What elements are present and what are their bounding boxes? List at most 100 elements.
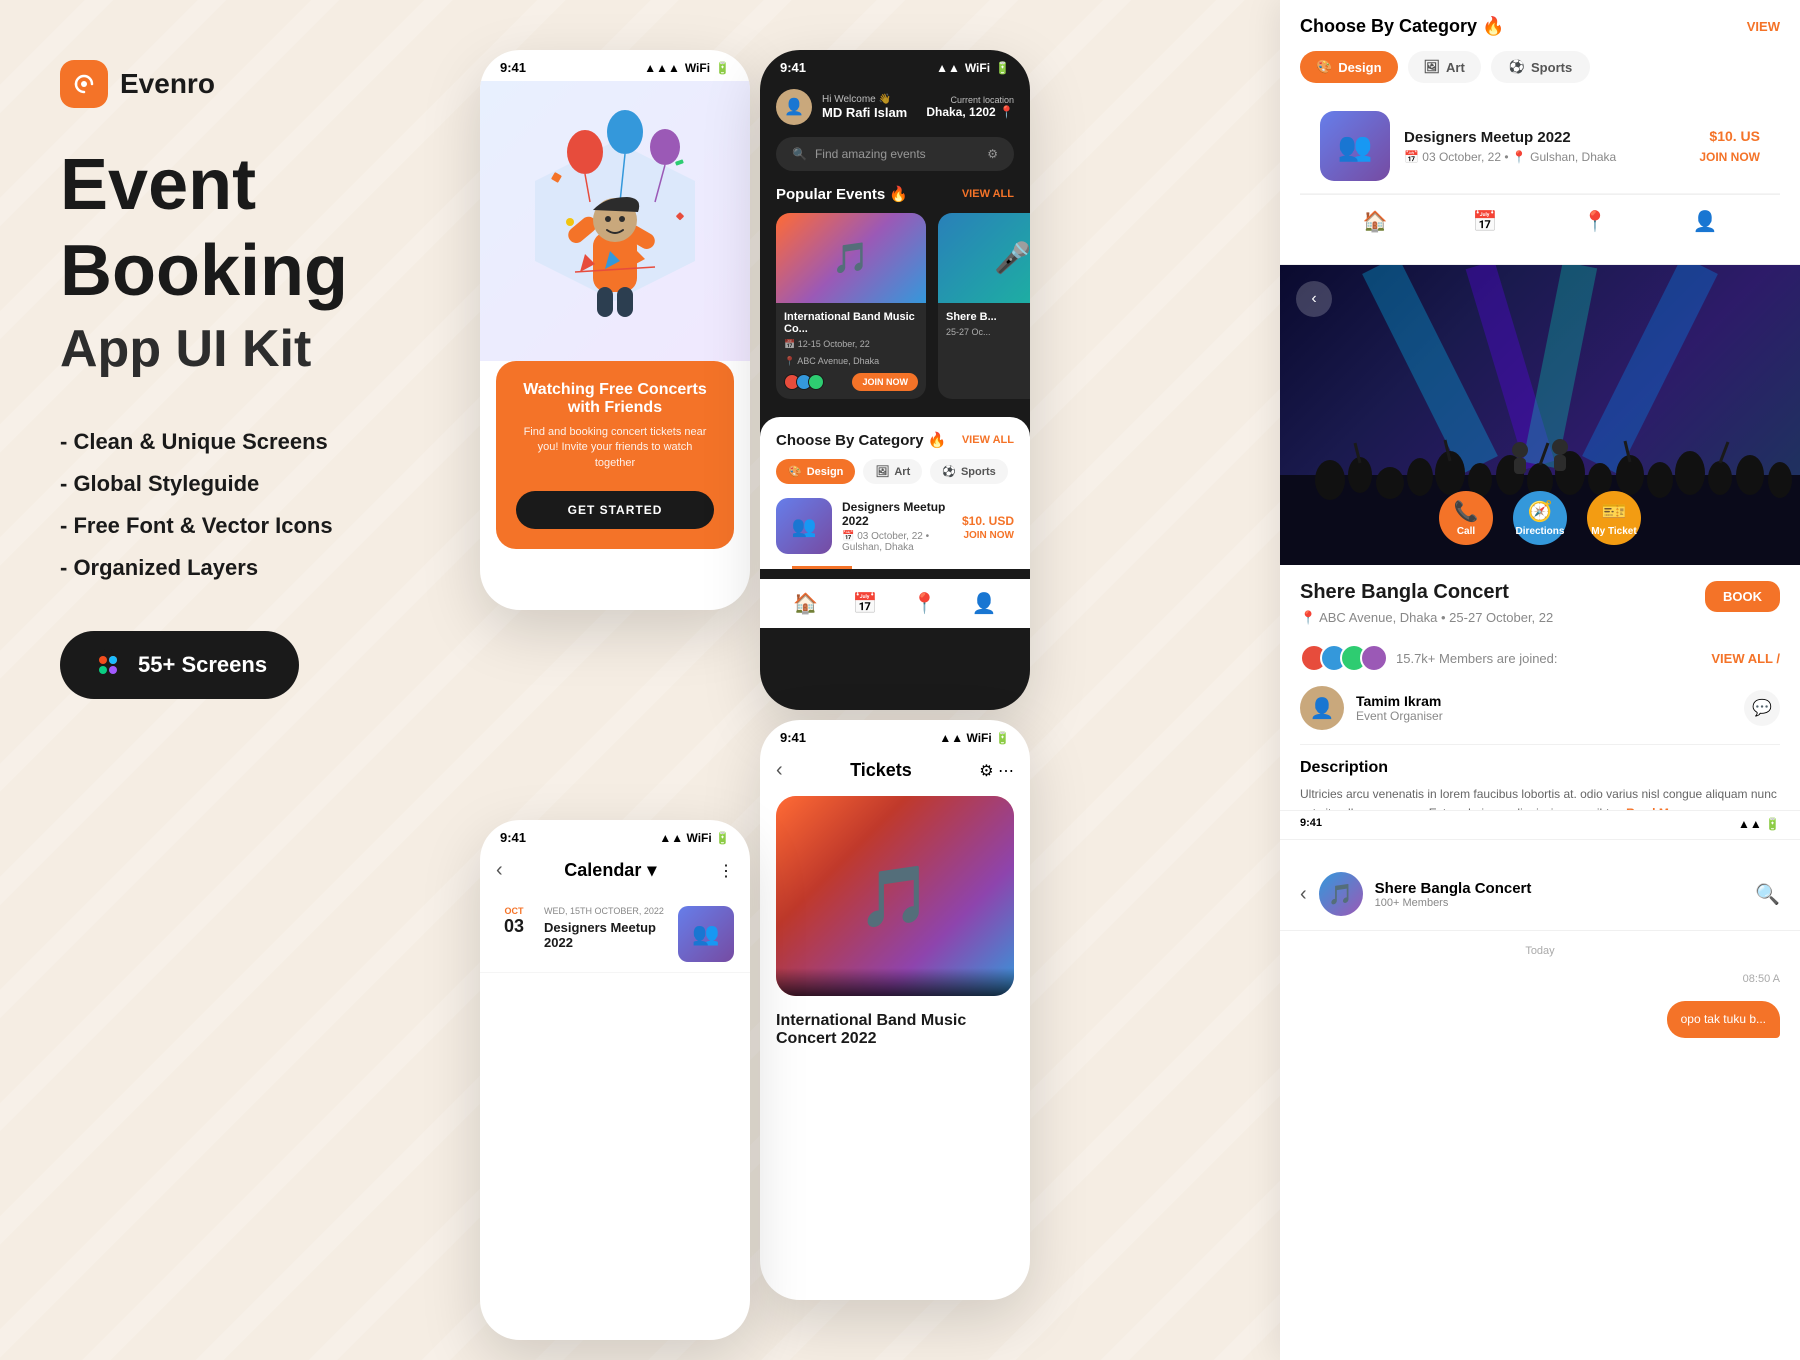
view-all-link[interactable]: VIEW ALL — [962, 188, 1014, 200]
member-3 — [808, 374, 824, 390]
screens-count: 55+ Screens — [138, 652, 267, 678]
phone-tickets: 9:41 ▲▲ WiFi 🔋 ‹ Tickets ⚙ ⋯ 🎵 Internati… — [760, 720, 1030, 1300]
feature-4: - Organized Layers — [60, 555, 440, 581]
filter-icon[interactable]: ⚙ — [987, 147, 998, 161]
chip-art[interactable]: 🖼 Art — [1408, 51, 1481, 83]
concert-info: Shere Bangla Concert 📍 ABC Avenue, Dhaka… — [1280, 565, 1800, 839]
nav-location[interactable]: 📍 — [912, 591, 937, 616]
members-row: 15.7k+ Members are joined: VIEW ALL / — [1300, 644, 1780, 672]
event-list-price-1: $10. USD JOIN NOW — [962, 512, 1014, 541]
description-title: Description — [1300, 759, 1780, 777]
screens-badge[interactable]: 55+ Screens — [60, 631, 299, 699]
directions-button[interactable]: 🧭 Directions — [1513, 491, 1567, 545]
back-arrow-cal[interactable]: ‹ — [496, 859, 503, 882]
organizer-message-icon[interactable]: 💬 — [1744, 690, 1780, 726]
app-name: Evenro — [120, 68, 215, 100]
chip-sports[interactable]: ⚽ Sports — [1491, 51, 1590, 83]
cat-art[interactable]: 🖼 Art — [863, 459, 922, 484]
organizer-row: 👤 Tamim Ikram Event Organiser 💬 — [1300, 686, 1780, 745]
right-view-link[interactable]: VIEW — [1747, 19, 1780, 34]
status-bar-4: 9:41 ▲▲ WiFi 🔋 — [480, 820, 750, 851]
cal-icon-sm: 📅 — [842, 531, 854, 542]
status-bar-3: 9:41 ▲▲ WiFi 🔋 — [760, 720, 1030, 751]
calendar-options[interactable]: ⋮ — [718, 861, 734, 881]
nav-calendar[interactable]: 📅 — [853, 591, 878, 616]
chat-search-icon[interactable]: 🔍 — [1755, 882, 1780, 907]
right-category-chips: 🎨 Design 🖼 Art ⚽ Sports — [1300, 51, 1780, 83]
my-ticket-button[interactable]: 🎫 My Ticket — [1587, 491, 1641, 545]
cat-view-all[interactable]: VIEW ALL — [962, 434, 1014, 446]
ticket-icon: 🎫 — [1602, 499, 1627, 524]
events-scroll: 🎵 International Band Music Co... 📅 12-15… — [760, 213, 1030, 413]
hero-title-line1: Event — [60, 148, 440, 224]
right-nav-home[interactable]: 🏠 — [1363, 209, 1388, 234]
location-value: Dhaka, 1202 📍 — [926, 105, 1014, 119]
design-icon: 🎨 — [788, 465, 802, 478]
feature-3: - Free Font & Vector Icons — [60, 513, 440, 539]
concert-hero-image: ‹ 📞 Call 🧭 Directions 🎫 My Ticket — [1280, 265, 1800, 565]
bottom-divider — [792, 566, 852, 569]
tickets-title: Tickets — [850, 760, 912, 781]
popular-events-header: Popular Events 🔥 VIEW ALL — [760, 185, 1030, 213]
calendar-event-item[interactable]: OCT 03 WED, 15TH OCTOBER, 2022 Designers… — [480, 896, 750, 973]
ticket-overlay — [776, 968, 1014, 996]
left-panel: Evenro Event Booking App UI Kit - Clean … — [60, 60, 440, 699]
right-nav-calendar[interactable]: 📅 — [1473, 209, 1498, 234]
sports-chip-icon: ⚽ — [1509, 59, 1525, 75]
back-arrow-tickets[interactable]: ‹ — [776, 759, 783, 782]
event-card-1[interactable]: 🎵 International Band Music Co... 📅 12-15… — [776, 213, 926, 399]
get-started-button[interactable]: GET STARTED — [516, 491, 714, 529]
user-avatar: 👤 — [776, 89, 812, 125]
cal-event-info: WED, 15TH OCTOBER, 2022 Designers Meetup… — [544, 906, 666, 962]
tickets-header: ‹ Tickets ⚙ ⋯ — [760, 751, 1030, 796]
event-image-1: 🎵 — [776, 213, 926, 303]
person-illustration — [525, 92, 705, 351]
call-button[interactable]: 📞 Call — [1439, 491, 1493, 545]
chat-section: 9:41 ▲▲ 🔋 ‹ 🎵 Shere Bangla Concert 100+ … — [1280, 810, 1800, 1360]
category-title: Choose By Category 🔥 — [776, 431, 946, 449]
members-avatars — [784, 374, 824, 390]
event-list-item-1[interactable]: 👥 Designers Meetup 2022 📅 03 October, 22… — [776, 498, 1014, 554]
ticket-options[interactable]: ⚙ ⋯ — [979, 761, 1014, 781]
phone-calendar: 9:41 ▲▲ WiFi 🔋 ‹ Calendar ▾ ⋮ OCT 03 WED… — [480, 820, 750, 1340]
nav-home[interactable]: 🏠 — [793, 591, 818, 616]
cat-sports[interactable]: ⚽ Sports — [930, 459, 1008, 484]
event-image-2: 🎤 — [938, 213, 1030, 303]
nav-profile[interactable]: 👤 — [972, 591, 997, 616]
category-header: Choose By Category 🔥 VIEW ALL — [776, 431, 1014, 459]
right-event-img: 👥 — [1320, 111, 1390, 181]
ticket-event-title: International Band Music Concert 2022 — [776, 1012, 1014, 1048]
chat-avatar: 🎵 — [1319, 872, 1363, 916]
loc-icon: 📍 — [784, 356, 795, 366]
art-chip-icon: 🖼 — [1424, 59, 1441, 75]
location-info: Current location Dhaka, 1202 📍 — [926, 95, 1014, 119]
event-card-2[interactable]: 🎤 Shere B... 25-27 Oc... — [938, 213, 1030, 399]
chat-messages: Today 08:50 A opo tak tuku b... — [1280, 931, 1800, 1052]
sports-icon: ⚽ — [942, 465, 956, 478]
right-nav-profile[interactable]: 👤 — [1693, 209, 1718, 234]
right-bottom-nav: 🏠 📅 📍 👤 — [1300, 194, 1780, 248]
cal-date: OCT 03 — [496, 906, 532, 962]
right-event-item[interactable]: 👥 Designers Meetup 2022 📅 03 October, 22… — [1300, 99, 1780, 194]
cal-event-img: 👥 — [678, 906, 734, 962]
status-bar-1: 9:41 ▲▲▲ WiFi 🔋 — [480, 50, 750, 81]
chat-bubble-1: opo tak tuku b... — [1667, 1001, 1780, 1038]
book-now-button[interactable]: BOOK — [1705, 581, 1780, 612]
home-header: 👤 Hi Welcome 👋 MD Rafi Islam Current loc… — [760, 81, 1030, 137]
user-info: 👤 Hi Welcome 👋 MD Rafi Islam — [776, 89, 907, 125]
concert-back-button[interactable]: ‹ — [1296, 281, 1332, 317]
category-section: Choose By Category 🔥 VIEW ALL 🎨 Design 🖼… — [760, 417, 1030, 569]
right-nav-location[interactable]: 📍 — [1583, 209, 1608, 234]
logo-row: Evenro — [60, 60, 440, 108]
chat-time-label: 08:50 A — [1300, 973, 1780, 985]
hero-title-line2: Booking — [60, 234, 440, 310]
phone-onboarding: 9:41 ▲▲▲ WiFi 🔋 — [480, 50, 750, 610]
chip-design[interactable]: 🎨 Design — [1300, 51, 1398, 83]
chat-back-arrow[interactable]: ‹ — [1300, 883, 1307, 906]
calendar-title[interactable]: Calendar ▾ — [564, 860, 656, 881]
phone-home: 9:41 ▲▲WiFi🔋 👤 Hi Welcome 👋 MD Rafi Isla… — [760, 50, 1030, 710]
join-button-1[interactable]: JOIN NOW — [852, 373, 918, 391]
search-bar[interactable]: 🔍 Find amazing events ⚙ — [776, 137, 1014, 171]
design-chip-icon: 🎨 — [1316, 59, 1332, 75]
cat-design[interactable]: 🎨 Design — [776, 459, 855, 484]
